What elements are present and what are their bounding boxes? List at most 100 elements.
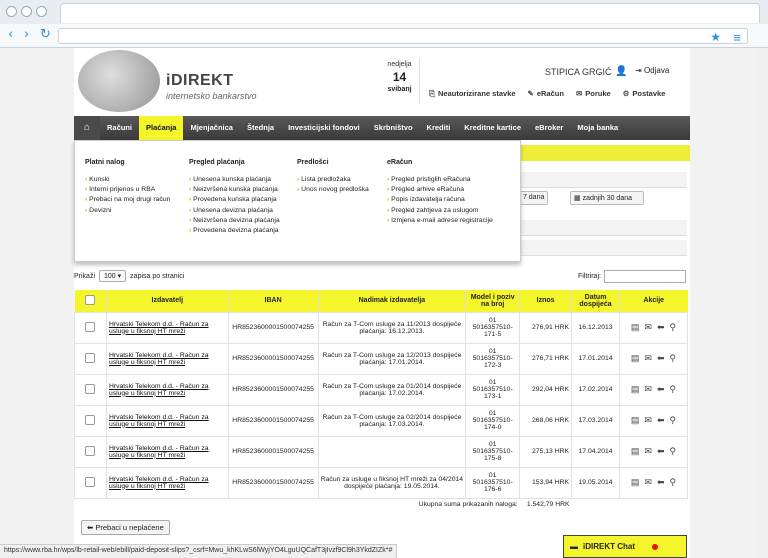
magnifier-icon[interactable]: ⚲ [670, 477, 677, 488]
menu-item[interactable]: Izmjena e-mail adrese registracije [387, 217, 493, 224]
izdavatelj-cell[interactable]: Hrvatski Telekom d.d. - Račun za usluge … [105, 311, 229, 344]
col-title: Platni nalog [85, 159, 125, 166]
nav-fondovi[interactable]: Investicijski fondovi [281, 116, 367, 140]
last-30-days-button[interactable]: ▦ zadnjih 30 dana [570, 191, 644, 205]
col-title: Pregled plaćanja [189, 159, 245, 166]
izdavatelj-cell[interactable]: Hrvatski Telekom d.d. - Račun za usluge … [105, 404, 229, 437]
mail-icon[interactable]: ✉ [644, 353, 652, 364]
arrow-left-icon[interactable]: ⬅ [657, 322, 665, 333]
nav-kartice[interactable]: Kreditne kartice [457, 116, 528, 140]
logout-link[interactable]: ⇥ Odjava [635, 66, 669, 75]
nav-stednja[interactable]: Štednja [240, 116, 281, 140]
magnifier-icon[interactable]: ⚲ [670, 384, 677, 395]
nav-ebroker[interactable]: eBroker [528, 116, 570, 140]
izdavatelj-cell[interactable]: Hrvatski Telekom d.d. - Račun za usluge … [105, 373, 229, 406]
menu-item[interactable]: Lista predložaka [297, 176, 369, 183]
arrow-left-icon[interactable]: ⬅ [657, 353, 665, 364]
magnifier-icon[interactable]: ⚲ [670, 415, 677, 426]
pdf-icon[interactable]: ▤ [631, 415, 640, 426]
menu-item[interactable]: Pregled zahtjeva za uslugom [387, 207, 493, 214]
col-header[interactable]: Model i poziv na broj [465, 290, 521, 312]
chat-widget[interactable]: ▬ iDIREKT Chat [563, 535, 687, 558]
pdf-icon[interactable]: ▤ [631, 384, 640, 395]
row-checkbox[interactable] [85, 321, 96, 332]
col-header[interactable]: Nadimak izdavatelja [318, 290, 467, 312]
menu-item[interactable]: Pregled pristiglih eRačuna [387, 176, 493, 183]
izdavatelj-cell[interactable]: Hrvatski Telekom d.d. - Račun za usluge … [105, 342, 229, 375]
back-icon[interactable]: ‹ [8, 27, 13, 43]
menu-item[interactable]: Pregled arhive eRačuna [387, 186, 493, 193]
col-header[interactable]: Iznos [519, 290, 573, 312]
menu-item[interactable]: Popis izdavatelja računa [387, 196, 493, 203]
izdavatelj-cell[interactable]: Hrvatski Telekom d.d. - Račun za usluge … [105, 435, 229, 468]
magnifier-icon[interactable]: ⚲ [670, 353, 677, 364]
row-checkbox[interactable] [85, 352, 96, 363]
arrow-left-icon[interactable]: ⬅ [657, 477, 665, 488]
mail-icon[interactable]: ✉ [644, 384, 652, 395]
link-postavke[interactable]: ⚙ Postavke [623, 89, 666, 99]
page-size-select[interactable]: 100 ▾ [99, 270, 127, 282]
menu-item[interactable]: Prebaci na moj drugi račun [85, 196, 170, 203]
menu-item[interactable]: Kunski [85, 176, 170, 183]
prebaci-button[interactable]: ⬅ Prebaci u neplaćene [81, 520, 170, 535]
prikazi-label: Prikaži [74, 272, 96, 280]
minimize-dot[interactable] [21, 6, 32, 17]
close-dot[interactable] [6, 6, 17, 17]
browser-tab[interactable] [60, 3, 760, 23]
nav-krediti[interactable]: Krediti [420, 116, 458, 140]
nav-skrbnistvo[interactable]: Skrbništvo [367, 116, 420, 140]
menu-item[interactable]: Neizvršena kunska plaćanja [189, 186, 280, 193]
col-header: Akcije [619, 290, 688, 312]
menu-item[interactable]: Unesena devizna plaćanja [189, 207, 280, 214]
pdf-icon[interactable]: ▤ [631, 446, 640, 457]
mail-icon[interactable]: ✉ [644, 446, 652, 457]
link-label: eRačun [536, 89, 564, 98]
row-checkbox[interactable] [85, 476, 96, 487]
arrow-left-icon[interactable]: ⬅ [657, 415, 665, 426]
magnifier-icon[interactable]: ⚲ [670, 322, 677, 333]
star-icon[interactable]: ★ [710, 30, 721, 44]
menu-item[interactable]: Devizni [85, 207, 170, 214]
row-checkbox[interactable] [85, 414, 96, 425]
menu-item[interactable]: Unesena kunska plaćanja [189, 176, 280, 183]
nav-racuni[interactable]: Računi [100, 116, 139, 140]
maximize-dot[interactable] [36, 6, 47, 17]
menu-icon[interactable]: ≡ [733, 30, 741, 45]
browser-nav-row: ‹ › ↻ ★ ≡ [0, 24, 768, 47]
forward-icon[interactable]: › [24, 27, 29, 43]
link-neautorizirane[interactable]: ⎘ Neautorizirane stavke [429, 89, 516, 99]
url-bar[interactable]: ★ ≡ [58, 28, 748, 45]
reload-icon[interactable]: ↻ [40, 27, 51, 43]
arrow-left-icon[interactable]: ⬅ [657, 384, 665, 395]
magnifier-icon[interactable]: ⚲ [670, 446, 677, 457]
menu-item[interactable]: Unos novog predloška [297, 186, 369, 193]
row-checkbox[interactable] [85, 383, 96, 394]
arrow-left-icon[interactable]: ⬅ [657, 446, 665, 457]
izdavatelj-cell[interactable]: Hrvatski Telekom d.d. - Račun za usluge … [105, 466, 229, 499]
row-checkbox[interactable] [85, 445, 96, 456]
logo[interactable]: iDIREKT [166, 72, 234, 90]
filter-input[interactable] [603, 270, 686, 283]
menu-item[interactable]: Provedena devizna plaćanja [189, 227, 280, 234]
home-icon[interactable]: ⌂ [74, 116, 100, 140]
nav-moja-banka[interactable]: Moja banka [570, 116, 625, 140]
nav-placanja[interactable]: Plaćanja [139, 116, 184, 140]
pdf-icon[interactable]: ▤ [631, 322, 640, 333]
mail-icon[interactable]: ✉ [644, 322, 652, 333]
mail-icon[interactable]: ✉ [644, 477, 652, 488]
table-row: Hrvatski Telekom d.d. - Račun za usluge … [74, 435, 688, 468]
nav-mjenjacnica[interactable]: Mjenjačnica [183, 116, 240, 140]
menu-item[interactable]: Interni prijenos u RBA [85, 186, 170, 193]
pdf-icon[interactable]: ▤ [631, 477, 640, 488]
select-all-checkbox[interactable] [85, 294, 96, 305]
menu-item[interactable]: Provedena kunska plaćanja [189, 196, 280, 203]
scrollbar[interactable] [757, 48, 768, 558]
link-poruke[interactable]: ✉ Poruke [576, 89, 611, 99]
col-header[interactable]: IBAN [228, 290, 319, 312]
col-header[interactable]: Datum dospijeća [571, 290, 621, 312]
pdf-icon[interactable]: ▤ [631, 353, 640, 364]
col-header[interactable]: Izdavatelj [106, 290, 229, 312]
link-eracun[interactable]: ✎ eRačun [528, 89, 564, 99]
mail-icon[interactable]: ✉ [644, 415, 652, 426]
menu-item[interactable]: Neizvršena devizna plaćanja [189, 217, 280, 224]
